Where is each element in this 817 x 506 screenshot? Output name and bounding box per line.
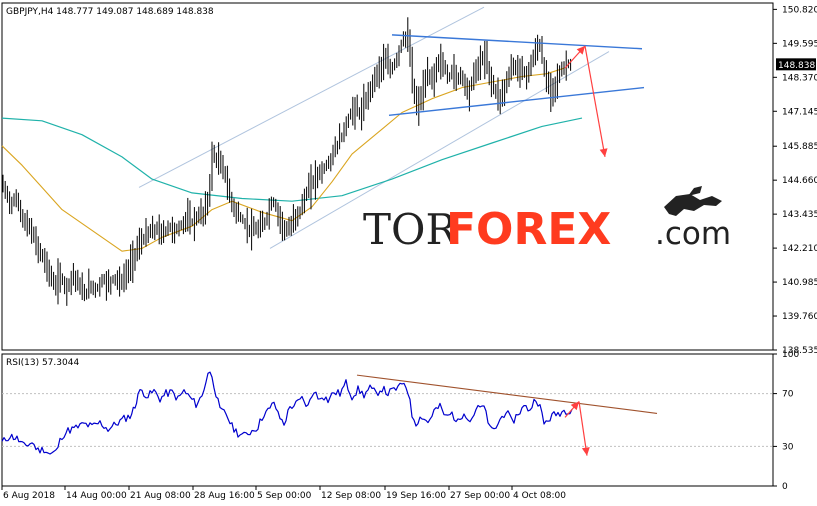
price-y-tick-label: 150.820 — [782, 5, 817, 15]
current-price-label: 148.838 — [778, 61, 815, 71]
x-tick-label: 21 Aug 08:00 — [130, 491, 191, 501]
rsi-y-tick-label: 0 — [782, 482, 788, 492]
rsi-header: RSI(13) 57.3044 — [6, 358, 79, 368]
rsi-y-tick-label: 100 — [782, 350, 799, 360]
x-tick-label: 14 Aug 00:00 — [66, 491, 127, 501]
x-tick-label: 12 Sep 08:00 — [321, 491, 381, 501]
rsi-y-tick-label: 30 — [782, 442, 794, 452]
price-y-tick-label: 142.210 — [782, 244, 817, 254]
rsi-y-tick-label: 70 — [782, 390, 794, 400]
x-tick-label: 28 Aug 16:00 — [194, 491, 255, 501]
price-y-tick-label: 147.145 — [782, 107, 817, 117]
x-tick-label: 19 Sep 16:00 — [386, 491, 446, 501]
price-y-tick-label: 145.885 — [782, 142, 817, 152]
price-y-tick-label: 144.660 — [782, 176, 817, 186]
x-tick-label: 4 Oct 08:00 — [513, 491, 566, 501]
price-y-tick-label: 140.985 — [782, 278, 817, 288]
price-y-tick-label: 148.370 — [782, 73, 817, 83]
price-y-tick-label: 149.595 — [782, 39, 817, 49]
price-y-tick-label: 143.435 — [782, 210, 817, 220]
logo-text-tor: TOR — [363, 205, 458, 254]
logo-text-forex: FOREX — [446, 204, 611, 255]
chart-canvas: GBPJPY,H4 148.777 149.087 148.689 148.83… — [0, 0, 817, 506]
x-tick-label: 27 Sep 00:00 — [450, 491, 510, 501]
price-y-tick-label: 139.760 — [782, 312, 817, 322]
price-header: GBPJPY,H4 148.777 149.087 148.689 148.83… — [6, 7, 214, 17]
x-tick-label: 5 Sep 00:00 — [257, 491, 312, 501]
logo-text-com: .com — [655, 216, 731, 252]
x-tick-label: 6 Aug 2018 — [3, 491, 55, 501]
